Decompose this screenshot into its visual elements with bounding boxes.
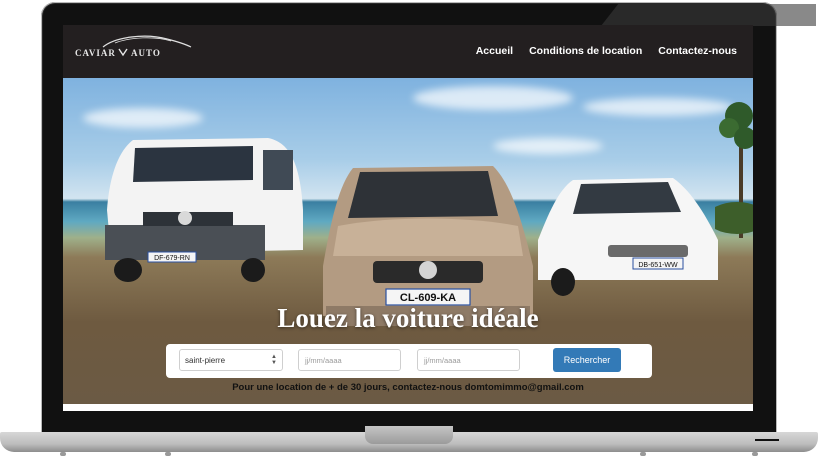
- date-to-input[interactable]: jj/mm/aaaa: [417, 349, 520, 371]
- date-from-input[interactable]: jj/mm/aaaa: [298, 349, 401, 371]
- nav-item-accueil[interactable]: Accueil: [476, 45, 513, 57]
- brand-name-right: AUTO: [131, 48, 161, 58]
- white-van-image: DF-679-RN: [105, 138, 303, 282]
- nav-item-contact[interactable]: Contactez-nous: [658, 45, 737, 57]
- white-car-image: DB-651-WW: [538, 178, 718, 296]
- power-indicator: [755, 439, 779, 441]
- date-to-placeholder: jj/mm/aaaa: [424, 356, 461, 365]
- brand-name-left: CAVIAR: [75, 48, 116, 58]
- cloud: [413, 86, 573, 110]
- cloud: [83, 108, 203, 128]
- website-screen: CAVIAR AUTO Accueil Conditions de locati…: [63, 25, 753, 411]
- bezel-glare: [601, 4, 816, 26]
- location-select[interactable]: saint-pierre ▲ ▼: [179, 349, 283, 371]
- laptop-foot: [60, 452, 66, 456]
- brand-emblem-icon: [118, 48, 128, 57]
- hero-title: Louez la voiture idéale: [277, 303, 539, 333]
- brand-logo[interactable]: CAVIAR AUTO: [75, 35, 195, 63]
- cloud: [493, 138, 603, 154]
- hero-banner: DF-679-RN CL-609-KA DB-651-WW Louez la v…: [63, 78, 753, 404]
- cloud: [583, 98, 733, 116]
- select-arrows-icon: ▲ ▼: [271, 354, 277, 366]
- laptop-notch: [365, 426, 453, 444]
- car-plate: DB-651-WW: [638, 262, 678, 269]
- laptop-foot: [165, 452, 171, 456]
- date-from-placeholder: jj/mm/aaaa: [305, 356, 342, 365]
- search-form: saint-pierre ▲ ▼ jj/mm/aaaa jj/mm/aaaa Re…: [166, 344, 652, 378]
- navbar: CAVIAR AUTO Accueil Conditions de locati…: [63, 25, 753, 78]
- laptop-foot: [752, 452, 758, 456]
- long-rental-note: Pour une location de + de 30 jours, cont…: [232, 382, 584, 393]
- nav-menu: Accueil Conditions de location Contactez…: [476, 45, 737, 57]
- laptop-foot: [640, 452, 646, 456]
- nav-item-conditions[interactable]: Conditions de location: [529, 45, 642, 57]
- search-button[interactable]: Rechercher: [553, 348, 621, 372]
- van-plate: DF-679-RN: [154, 255, 190, 262]
- location-value: saint-pierre: [185, 356, 226, 365]
